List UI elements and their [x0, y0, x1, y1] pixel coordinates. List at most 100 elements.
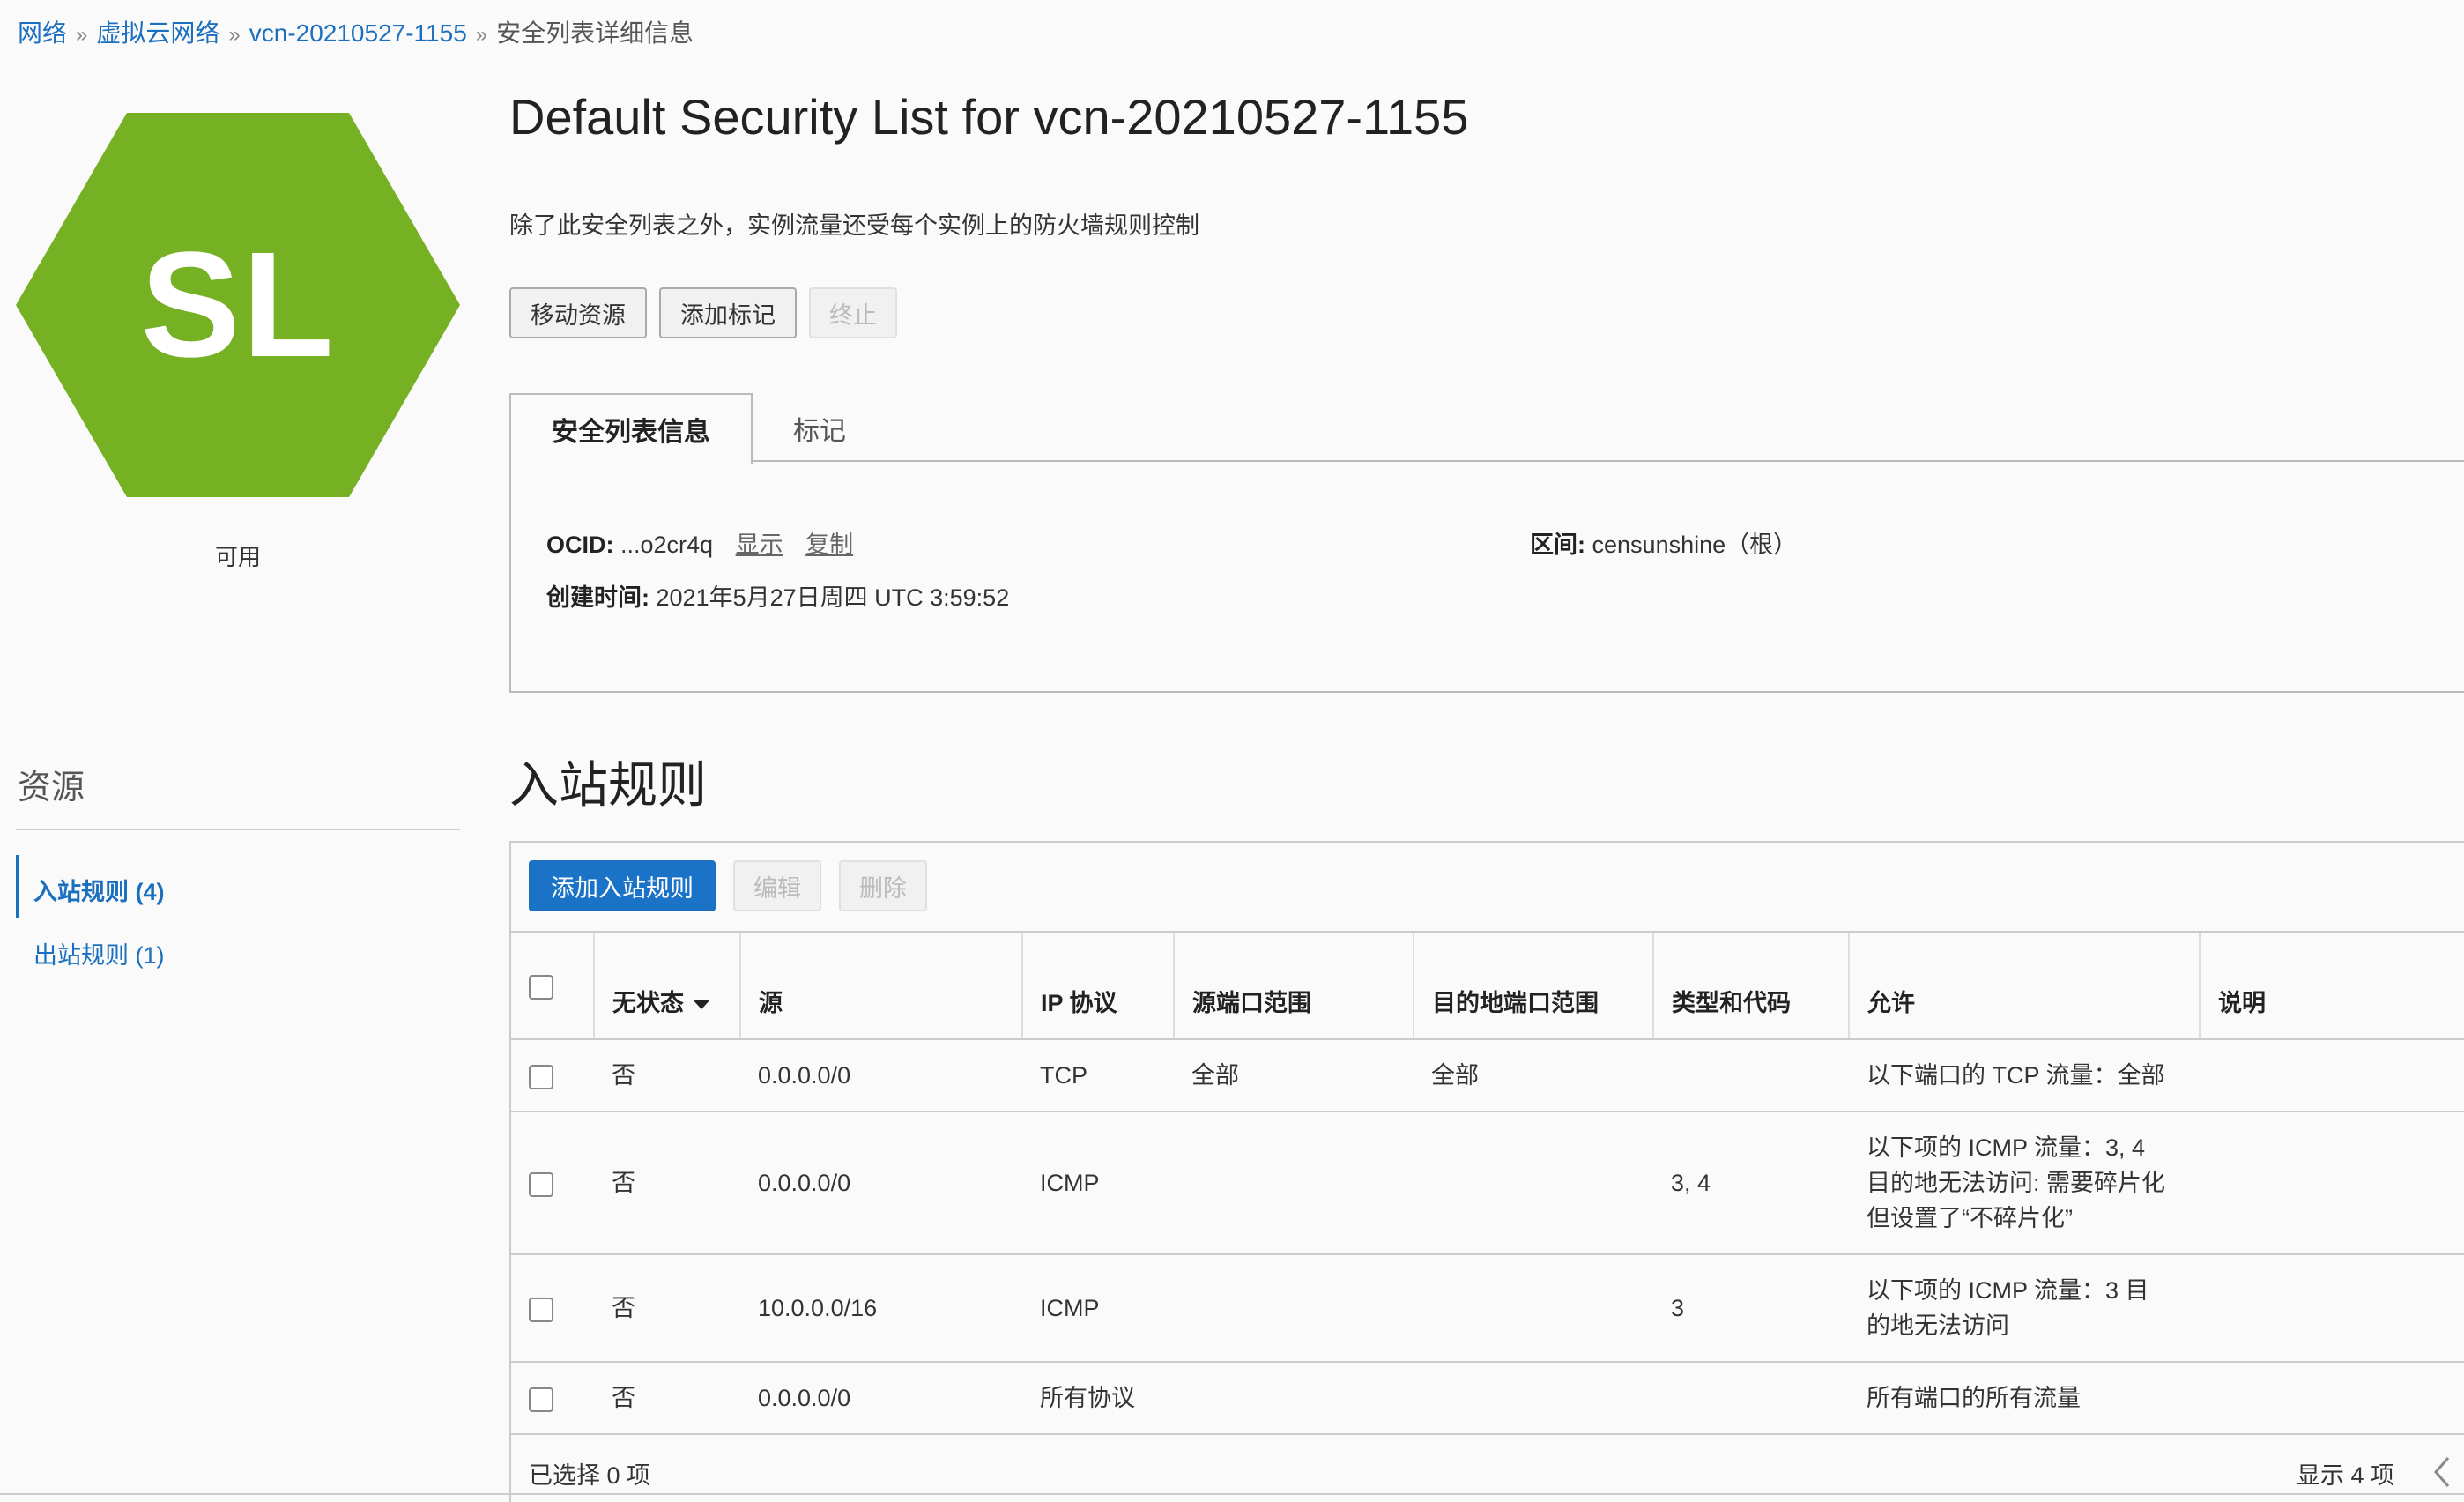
- row-select-cell: [511, 1039, 594, 1112]
- compartment-value: censunshine（根）: [1592, 532, 1798, 558]
- cell-source: 0.0.0.0/0: [740, 1039, 1022, 1112]
- page-description: 除了此安全列表之外，实例流量还受每个实例上的防火墙规则控制: [509, 212, 1199, 239]
- breadcrumb-vcn-list[interactable]: 虚拟云网络: [96, 19, 219, 47]
- table-header-row: 无状态 源 IP 协议 源端口范围 目的地端口范围 类型和代码 允许 说明: [511, 931, 2464, 1040]
- cell-allows: 以下端口的 TCP 流量：全部: [1849, 1039, 2200, 1112]
- ocid-label: OCID:: [546, 532, 614, 558]
- column-header-source: 源: [739, 931, 1022, 1040]
- table-row: 否 0.0.0.0/0 TCP 全部 全部 以下端口的 TCP 流量：全部: [511, 1039, 2464, 1112]
- row-checkbox[interactable]: [529, 1297, 553, 1322]
- cell-destination-port: 全部: [1414, 1039, 1653, 1112]
- cell-description: [2200, 1039, 2464, 1112]
- row-checkbox[interactable]: [529, 1387, 553, 1412]
- allows-line: 的地无法访问: [1867, 1312, 2009, 1339]
- breadcrumb-separator: »: [228, 23, 241, 47]
- table-row: 否 0.0.0.0/0 ICMP 3, 4 以下项的 ICMP 流量：3, 4 …: [511, 1112, 2464, 1255]
- chevron-left-icon[interactable]: [2429, 1454, 2455, 1490]
- compartment-label: 区间:: [1530, 532, 1585, 558]
- cell-type-code: 3, 4: [1653, 1112, 1849, 1255]
- created-value: 2021年5月27日周四 UTC 3:59:52: [656, 584, 1010, 611]
- delete-button[interactable]: 删除: [839, 860, 927, 911]
- tab-security-list-info[interactable]: 安全列表信息: [509, 393, 753, 464]
- cell-protocol: TCP: [1022, 1039, 1174, 1112]
- allows-line: 目的地无法访问: 需要碎片化: [1867, 1170, 2166, 1196]
- cell-destination-port: [1414, 1254, 1653, 1363]
- terminate-button[interactable]: 终止: [809, 287, 897, 338]
- cell-protocol: 所有协议: [1022, 1362, 1174, 1435]
- add-tags-button[interactable]: 添加标记: [659, 287, 797, 338]
- column-header-protocol: IP 协议: [1021, 931, 1174, 1040]
- select-all-header: [511, 931, 594, 1040]
- resource-abbreviation: SL: [140, 221, 336, 389]
- sort-down-icon[interactable]: [693, 1000, 710, 1010]
- cell-destination-port: [1414, 1112, 1653, 1255]
- move-resource-button[interactable]: 移动资源: [509, 287, 647, 338]
- table-row: 否 0.0.0.0/0 所有协议 所有端口的所有流量: [511, 1362, 2464, 1435]
- sidebar-item-ingress-rules[interactable]: 入站规则 (4): [33, 873, 165, 907]
- cell-stateless: 否: [594, 1254, 740, 1363]
- breadcrumb-networking[interactable]: 网络: [18, 19, 67, 47]
- ocid-row: OCID: ...o2cr4q 显示 复制: [546, 525, 853, 560]
- column-header-type-code: 类型和代码: [1652, 931, 1849, 1040]
- cell-stateless: 否: [594, 1112, 740, 1255]
- allows-line: 所有端口的所有流量: [1867, 1385, 2081, 1411]
- cell-source: 10.0.0.0/16: [740, 1254, 1022, 1363]
- cell-description: [2200, 1254, 2464, 1363]
- status-label: 可用: [214, 544, 261, 570]
- cell-source: 0.0.0.0/0: [740, 1112, 1022, 1255]
- ingress-rules-heading: 入站规则: [509, 757, 707, 813]
- resources-heading: 资源: [18, 770, 85, 807]
- created-label: 创建时间:: [546, 584, 649, 611]
- cell-source: 0.0.0.0/0: [740, 1362, 1022, 1435]
- allows-line: 以下项的 ICMP 流量：3 目: [1867, 1277, 2149, 1304]
- resource-hexagon-icon: SL: [16, 113, 460, 497]
- row-checkbox[interactable]: [529, 1171, 553, 1197]
- edit-button[interactable]: 编辑: [733, 860, 821, 911]
- cell-description: [2200, 1362, 2464, 1435]
- column-header-stateless[interactable]: 无状态: [593, 931, 740, 1040]
- cell-source-port: [1174, 1254, 1414, 1363]
- cell-protocol: ICMP: [1022, 1112, 1174, 1255]
- tab-tags[interactable]: 标记: [776, 393, 864, 464]
- compartment-row: 区间: censunshine（根）: [1530, 525, 1797, 560]
- created-row: 创建时间: 2021年5月27日周四 UTC 3:59:52: [546, 578, 1009, 613]
- row-select-cell: [511, 1112, 594, 1255]
- add-ingress-rule-button[interactable]: 添加入站规则: [529, 860, 716, 911]
- page-title: Default Security List for vcn-20210527-1…: [509, 89, 1469, 145]
- row-checkbox[interactable]: [529, 1064, 553, 1089]
- cell-allows: 以下项的 ICMP 流量：3 目 的地无法访问: [1849, 1254, 2200, 1363]
- breadcrumb-vcn[interactable]: vcn-20210527-1155: [249, 19, 467, 47]
- breadcrumb-separator: »: [475, 23, 488, 47]
- cell-allows: 所有端口的所有流量: [1849, 1362, 2200, 1435]
- table-row: 否 10.0.0.0/16 ICMP 3 以下项的 ICMP 流量：3 目 的地…: [511, 1254, 2464, 1363]
- cell-stateless: 否: [594, 1362, 740, 1435]
- column-header-description: 说明: [2199, 931, 2464, 1040]
- column-header-destination-port: 目的地端口范围: [1413, 931, 1653, 1040]
- info-panel: [509, 460, 2464, 693]
- allows-line: 以下项的 ICMP 流量：3, 4: [1867, 1134, 2146, 1161]
- breadcrumb: 网络 » 虚拟云网络 » vcn-20210527-1155 » 安全列表详细信息: [18, 14, 694, 49]
- cell-type-code: [1653, 1039, 1849, 1112]
- showing-count: 显示 4 项: [2297, 1462, 2395, 1489]
- sidebar-item-egress-rules[interactable]: 出站规则 (1): [33, 936, 165, 970]
- copy-ocid-link[interactable]: 复制: [805, 532, 853, 558]
- select-all-checkbox[interactable]: [529, 974, 553, 1000]
- active-indicator: [16, 855, 19, 918]
- cell-stateless: 否: [594, 1039, 740, 1112]
- cell-source-port: [1174, 1112, 1414, 1255]
- cell-description: [2200, 1112, 2464, 1255]
- show-ocid-link[interactable]: 显示: [736, 532, 783, 558]
- breadcrumb-current: 安全列表详细信息: [496, 19, 694, 47]
- cell-protocol: ICMP: [1022, 1254, 1174, 1363]
- column-header-allows: 允许: [1848, 931, 2200, 1040]
- ocid-value: ...o2cr4q: [620, 532, 714, 558]
- row-select-cell: [511, 1362, 594, 1435]
- allows-line: 但设置了“不碎片化”: [1867, 1205, 2073, 1231]
- cell-allows: 以下项的 ICMP 流量：3, 4 目的地无法访问: 需要碎片化 但设置了“不碎…: [1849, 1112, 2200, 1255]
- cell-type-code: [1653, 1362, 1849, 1435]
- selected-count: 已选择 0 项: [529, 1462, 651, 1489]
- resources-divider: [16, 829, 460, 830]
- ingress-rules-table: 无状态 源 IP 协议 源端口范围 目的地端口范围 类型和代码 允许 说明 否 …: [511, 931, 2464, 1435]
- bottom-divider: [0, 1493, 2464, 1495]
- row-select-cell: [511, 1254, 594, 1363]
